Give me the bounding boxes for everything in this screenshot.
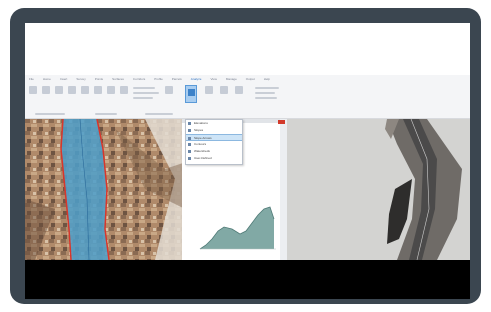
ribbon-command-icon[interactable] <box>220 86 228 94</box>
app-screen: File Home Insert Survey Points Surfaces … <box>25 23 470 299</box>
ribbon-command-icon[interactable] <box>55 86 63 94</box>
ribbon-group-label <box>95 113 117 115</box>
pane-divider[interactable] <box>280 119 287 260</box>
ribbon-command-icon[interactable] <box>205 86 213 94</box>
ribbon-tab[interactable]: Insert <box>60 75 68 83</box>
menu-item-highlighted[interactable]: Slope Arrows <box>186 134 242 141</box>
ribbon-command-label <box>255 87 279 89</box>
profile-surface <box>200 207 274 249</box>
menu-item[interactable]: Slopes <box>186 127 242 134</box>
ribbon-tab[interactable]: Manage <box>226 75 237 83</box>
close-icon[interactable] <box>278 120 285 124</box>
ribbon-tab[interactable]: Points <box>95 75 103 83</box>
ribbon-group-label <box>35 113 65 115</box>
ribbon-command-icon[interactable] <box>68 86 76 94</box>
ribbon-tabs: File Home Insert Survey Points Surfaces … <box>25 75 470 83</box>
ribbon-command-icon[interactable] <box>29 86 37 94</box>
video-letterbox <box>25 260 470 299</box>
ribbon-command-label <box>255 97 277 99</box>
ribbon-commands <box>25 83 470 119</box>
3d-corridor-model <box>287 119 470 260</box>
ribbon-tab[interactable]: View <box>210 75 216 83</box>
analysis-dropdown-menu: Elevations Slopes Slope Arrows Contours … <box>185 119 243 165</box>
ribbon-tab[interactable]: File <box>29 75 34 83</box>
ribbon-tab[interactable]: Help <box>264 75 270 83</box>
ribbon-command-label <box>133 92 159 94</box>
ribbon-tab[interactable]: Output <box>246 75 255 83</box>
ribbon-command-label <box>255 92 275 94</box>
menu-item[interactable]: Elevations <box>186 120 242 127</box>
ribbon-tab-active[interactable]: Analyze <box>191 75 202 83</box>
ribbon: File Home Insert Survey Points Surfaces … <box>25 75 470 119</box>
ribbon-tab[interactable]: Corridors <box>133 75 145 83</box>
ribbon-command-icon[interactable] <box>81 86 89 94</box>
ribbon-command-icon[interactable] <box>235 86 243 94</box>
ribbon-group-label <box>145 113 173 115</box>
ribbon-command-icon[interactable] <box>165 86 173 94</box>
ribbon-tab[interactable]: Home <box>43 75 51 83</box>
ribbon-command-label <box>133 97 153 99</box>
menu-item[interactable]: User-Defined <box>186 155 242 162</box>
ribbon-tab[interactable]: Parcels <box>172 75 182 83</box>
menu-item[interactable]: Watersheds <box>186 148 242 155</box>
ribbon-tab[interactable]: Profile <box>154 75 163 83</box>
ribbon-command-icon[interactable] <box>120 86 128 94</box>
ribbon-command-icon[interactable] <box>107 86 115 94</box>
ribbon-tab[interactable]: Surfaces <box>112 75 124 83</box>
3d-view-pane[interactable] <box>287 119 470 260</box>
ribbon-command-icon[interactable] <box>94 86 102 94</box>
ribbon-command-label <box>133 87 155 89</box>
ribbon-command-icon[interactable] <box>42 86 50 94</box>
menu-item[interactable]: Contours <box>186 141 242 148</box>
ribbon-tab[interactable]: Survey <box>76 75 85 83</box>
surface-analysis-button[interactable] <box>185 85 197 103</box>
